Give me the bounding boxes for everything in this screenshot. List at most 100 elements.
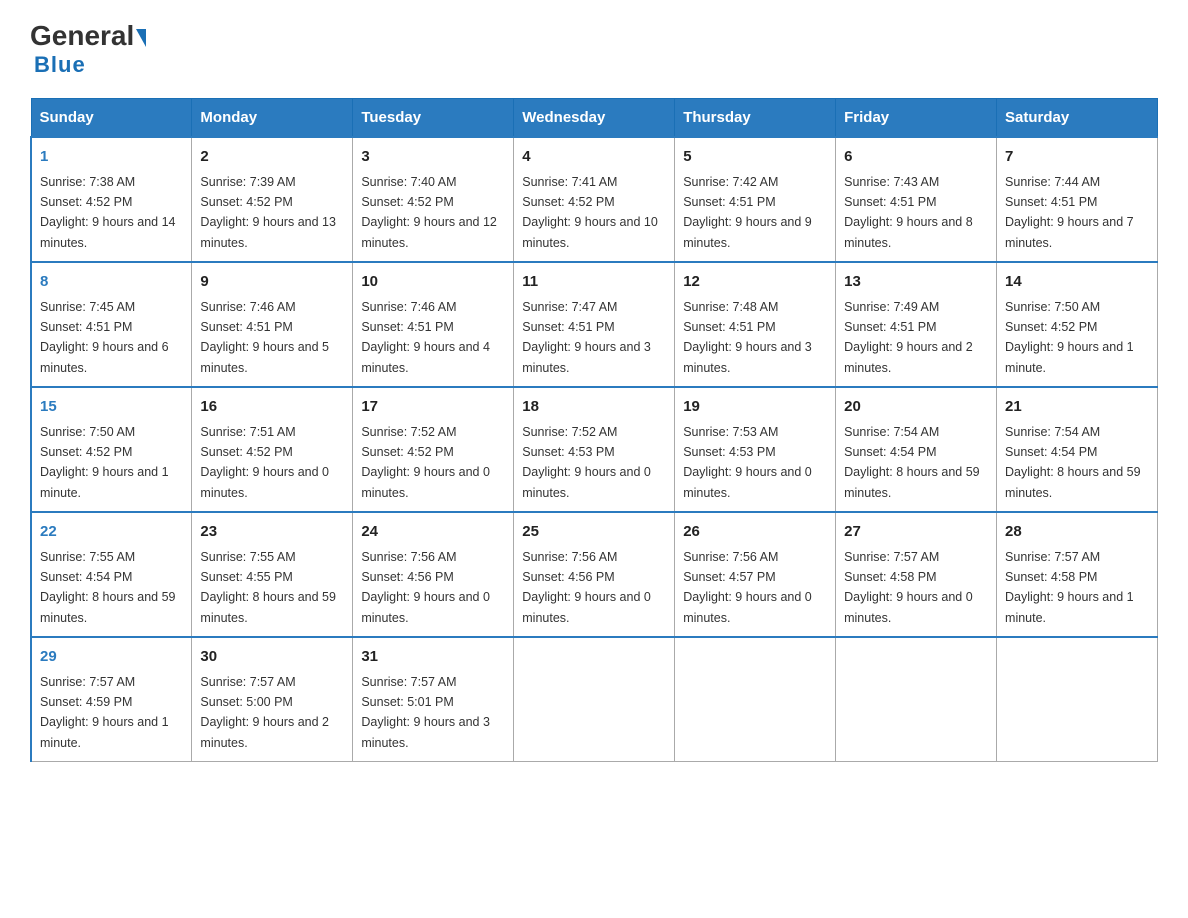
header-friday: Friday [836, 99, 997, 138]
day-info: Sunrise: 7:44 AMSunset: 4:51 PMDaylight:… [1005, 175, 1134, 250]
calendar-cell: 26 Sunrise: 7:56 AMSunset: 4:57 PMDaylig… [675, 512, 836, 637]
day-number: 13 [844, 271, 988, 294]
day-info: Sunrise: 7:55 AMSunset: 4:55 PMDaylight:… [200, 550, 336, 625]
calendar-cell: 1 Sunrise: 7:38 AMSunset: 4:52 PMDayligh… [31, 137, 192, 262]
calendar-cell: 9 Sunrise: 7:46 AMSunset: 4:51 PMDayligh… [192, 262, 353, 387]
day-number: 4 [522, 146, 666, 169]
day-number: 11 [522, 271, 666, 294]
calendar-cell [514, 637, 675, 762]
logo-general: General [30, 20, 134, 52]
day-info: Sunrise: 7:46 AMSunset: 4:51 PMDaylight:… [361, 300, 490, 375]
day-number: 3 [361, 146, 505, 169]
page-header: General Blue [30, 20, 1158, 78]
calendar-cell: 13 Sunrise: 7:49 AMSunset: 4:51 PMDaylig… [836, 262, 997, 387]
day-info: Sunrise: 7:38 AMSunset: 4:52 PMDaylight:… [40, 175, 176, 250]
day-info: Sunrise: 7:52 AMSunset: 4:52 PMDaylight:… [361, 425, 490, 500]
day-number: 17 [361, 396, 505, 419]
calendar-cell: 22 Sunrise: 7:55 AMSunset: 4:54 PMDaylig… [31, 512, 192, 637]
calendar-table: SundayMondayTuesdayWednesdayThursdayFrid… [30, 98, 1158, 762]
calendar-week-5: 29 Sunrise: 7:57 AMSunset: 4:59 PMDaylig… [31, 637, 1158, 762]
day-number: 6 [844, 146, 988, 169]
calendar-cell: 14 Sunrise: 7:50 AMSunset: 4:52 PMDaylig… [997, 262, 1158, 387]
day-number: 10 [361, 271, 505, 294]
day-number: 15 [40, 396, 183, 419]
day-number: 12 [683, 271, 827, 294]
day-number: 18 [522, 396, 666, 419]
calendar-cell: 30 Sunrise: 7:57 AMSunset: 5:00 PMDaylig… [192, 637, 353, 762]
calendar-week-3: 15 Sunrise: 7:50 AMSunset: 4:52 PMDaylig… [31, 387, 1158, 512]
calendar-week-2: 8 Sunrise: 7:45 AMSunset: 4:51 PMDayligh… [31, 262, 1158, 387]
day-number: 24 [361, 521, 505, 544]
day-info: Sunrise: 7:43 AMSunset: 4:51 PMDaylight:… [844, 175, 973, 250]
day-info: Sunrise: 7:47 AMSunset: 4:51 PMDaylight:… [522, 300, 651, 375]
calendar-cell: 27 Sunrise: 7:57 AMSunset: 4:58 PMDaylig… [836, 512, 997, 637]
day-info: Sunrise: 7:45 AMSunset: 4:51 PMDaylight:… [40, 300, 169, 375]
header-monday: Monday [192, 99, 353, 138]
day-number: 21 [1005, 396, 1149, 419]
day-info: Sunrise: 7:39 AMSunset: 4:52 PMDaylight:… [200, 175, 336, 250]
logo-triangle-icon [136, 29, 146, 47]
calendar-cell: 15 Sunrise: 7:50 AMSunset: 4:52 PMDaylig… [31, 387, 192, 512]
day-info: Sunrise: 7:53 AMSunset: 4:53 PMDaylight:… [683, 425, 812, 500]
day-info: Sunrise: 7:50 AMSunset: 4:52 PMDaylight:… [40, 425, 169, 500]
day-info: Sunrise: 7:57 AMSunset: 4:59 PMDaylight:… [40, 675, 169, 750]
day-number: 5 [683, 146, 827, 169]
calendar-cell: 28 Sunrise: 7:57 AMSunset: 4:58 PMDaylig… [997, 512, 1158, 637]
day-info: Sunrise: 7:42 AMSunset: 4:51 PMDaylight:… [683, 175, 812, 250]
day-number: 30 [200, 646, 344, 669]
calendar-cell: 11 Sunrise: 7:47 AMSunset: 4:51 PMDaylig… [514, 262, 675, 387]
day-number: 20 [844, 396, 988, 419]
day-info: Sunrise: 7:57 AMSunset: 4:58 PMDaylight:… [844, 550, 973, 625]
calendar-week-4: 22 Sunrise: 7:55 AMSunset: 4:54 PMDaylig… [31, 512, 1158, 637]
header-wednesday: Wednesday [514, 99, 675, 138]
calendar-cell: 4 Sunrise: 7:41 AMSunset: 4:52 PMDayligh… [514, 137, 675, 262]
calendar-week-1: 1 Sunrise: 7:38 AMSunset: 4:52 PMDayligh… [31, 137, 1158, 262]
header-sunday: Sunday [31, 99, 192, 138]
day-info: Sunrise: 7:57 AMSunset: 5:00 PMDaylight:… [200, 675, 329, 750]
calendar-cell [836, 637, 997, 762]
logo: General Blue [30, 20, 148, 78]
day-info: Sunrise: 7:52 AMSunset: 4:53 PMDaylight:… [522, 425, 651, 500]
calendar-cell: 7 Sunrise: 7:44 AMSunset: 4:51 PMDayligh… [997, 137, 1158, 262]
day-number: 16 [200, 396, 344, 419]
day-number: 25 [522, 521, 666, 544]
calendar-cell: 21 Sunrise: 7:54 AMSunset: 4:54 PMDaylig… [997, 387, 1158, 512]
calendar-cell: 8 Sunrise: 7:45 AMSunset: 4:51 PMDayligh… [31, 262, 192, 387]
logo-blue: Blue [34, 52, 86, 77]
day-number: 23 [200, 521, 344, 544]
day-info: Sunrise: 7:41 AMSunset: 4:52 PMDaylight:… [522, 175, 658, 250]
day-info: Sunrise: 7:50 AMSunset: 4:52 PMDaylight:… [1005, 300, 1134, 375]
day-info: Sunrise: 7:40 AMSunset: 4:52 PMDaylight:… [361, 175, 497, 250]
calendar-cell: 12 Sunrise: 7:48 AMSunset: 4:51 PMDaylig… [675, 262, 836, 387]
calendar-cell [997, 637, 1158, 762]
day-info: Sunrise: 7:56 AMSunset: 4:56 PMDaylight:… [361, 550, 490, 625]
calendar-cell [675, 637, 836, 762]
day-info: Sunrise: 7:57 AMSunset: 5:01 PMDaylight:… [361, 675, 490, 750]
calendar-cell: 17 Sunrise: 7:52 AMSunset: 4:52 PMDaylig… [353, 387, 514, 512]
calendar-cell: 29 Sunrise: 7:57 AMSunset: 4:59 PMDaylig… [31, 637, 192, 762]
day-info: Sunrise: 7:46 AMSunset: 4:51 PMDaylight:… [200, 300, 329, 375]
calendar-header-row: SundayMondayTuesdayWednesdayThursdayFrid… [31, 99, 1158, 138]
day-info: Sunrise: 7:54 AMSunset: 4:54 PMDaylight:… [844, 425, 980, 500]
calendar-cell: 24 Sunrise: 7:56 AMSunset: 4:56 PMDaylig… [353, 512, 514, 637]
day-number: 26 [683, 521, 827, 544]
day-number: 27 [844, 521, 988, 544]
day-info: Sunrise: 7:54 AMSunset: 4:54 PMDaylight:… [1005, 425, 1141, 500]
day-number: 22 [40, 521, 183, 544]
calendar-cell: 10 Sunrise: 7:46 AMSunset: 4:51 PMDaylig… [353, 262, 514, 387]
calendar-cell: 16 Sunrise: 7:51 AMSunset: 4:52 PMDaylig… [192, 387, 353, 512]
calendar-cell: 31 Sunrise: 7:57 AMSunset: 5:01 PMDaylig… [353, 637, 514, 762]
day-number: 7 [1005, 146, 1149, 169]
calendar-cell: 3 Sunrise: 7:40 AMSunset: 4:52 PMDayligh… [353, 137, 514, 262]
header-thursday: Thursday [675, 99, 836, 138]
day-number: 19 [683, 396, 827, 419]
day-number: 1 [40, 146, 183, 169]
calendar-cell: 23 Sunrise: 7:55 AMSunset: 4:55 PMDaylig… [192, 512, 353, 637]
day-number: 29 [40, 646, 183, 669]
day-info: Sunrise: 7:48 AMSunset: 4:51 PMDaylight:… [683, 300, 812, 375]
day-number: 8 [40, 271, 183, 294]
day-info: Sunrise: 7:57 AMSunset: 4:58 PMDaylight:… [1005, 550, 1134, 625]
header-saturday: Saturday [997, 99, 1158, 138]
day-number: 14 [1005, 271, 1149, 294]
calendar-cell: 2 Sunrise: 7:39 AMSunset: 4:52 PMDayligh… [192, 137, 353, 262]
